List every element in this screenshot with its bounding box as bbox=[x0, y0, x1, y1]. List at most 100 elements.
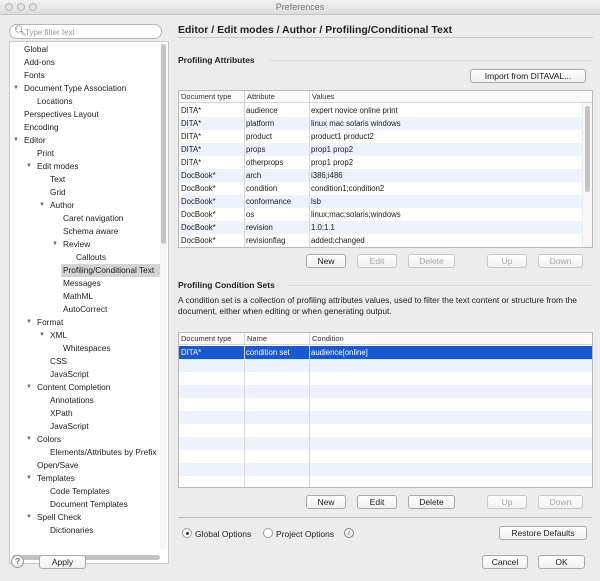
tree-item[interactable]: JavaScript bbox=[10, 368, 89, 381]
condition-sets-table[interactable]: Document type Name Condition DITA* condit… bbox=[178, 332, 593, 488]
tree-item[interactable]: Review bbox=[10, 238, 90, 251]
table-row[interactable]: DocBook* arch i386;i486 bbox=[179, 169, 584, 182]
table-row[interactable] bbox=[179, 437, 592, 450]
table-row[interactable]: DITA* props prop1 prop2 bbox=[179, 143, 584, 156]
tree-vertical-scrollbar[interactable] bbox=[160, 44, 167, 549]
table-row[interactable] bbox=[179, 398, 592, 411]
tree-item[interactable]: Grid bbox=[10, 186, 66, 199]
condition-sets-down-button[interactable]: Down bbox=[538, 495, 583, 509]
table-row[interactable] bbox=[179, 424, 592, 437]
table-row[interactable] bbox=[179, 411, 592, 424]
tree-item[interactable]: Colors bbox=[10, 433, 61, 446]
cancel-button[interactable]: Cancel bbox=[482, 555, 528, 569]
table-row[interactable] bbox=[179, 359, 592, 372]
table-row[interactable]: DocBook* security high;low bbox=[179, 247, 584, 248]
table-row[interactable]: DocBook* os linux;mac;solaris;windows bbox=[179, 208, 584, 221]
tree-item[interactable]: Global bbox=[10, 43, 48, 56]
tree-item[interactable]: Print bbox=[10, 147, 54, 160]
table-row[interactable]: DocBook* revisionflag added;changed bbox=[179, 234, 584, 247]
tree-item[interactable]: Edit modes bbox=[10, 160, 79, 173]
attributes-new-button[interactable]: New bbox=[306, 254, 346, 268]
tree-item[interactable]: Open/Save bbox=[10, 459, 79, 472]
tree-item[interactable]: JavaScript bbox=[10, 420, 89, 433]
table-row[interactable] bbox=[179, 463, 592, 476]
attributes-scroll-thumb[interactable] bbox=[585, 106, 590, 192]
project-options-radio[interactable] bbox=[263, 528, 273, 538]
column-header-name[interactable]: Name bbox=[244, 333, 309, 345]
tree-item[interactable]: Caret navigation bbox=[10, 212, 123, 225]
project-options-label[interactable]: Project Options bbox=[276, 529, 334, 539]
table-cell: DITA* bbox=[181, 106, 202, 115]
tree-item[interactable]: Templates bbox=[10, 472, 75, 485]
table-row[interactable] bbox=[179, 385, 592, 398]
tree-item[interactable]: XML bbox=[10, 329, 67, 342]
table-row[interactable]: DITA* audience expert novice online print bbox=[179, 104, 584, 117]
table-row[interactable]: DITA* platform linux mac solaris windows bbox=[179, 117, 584, 130]
tree-item[interactable]: Editor bbox=[10, 134, 46, 147]
tree-item[interactable]: Messages bbox=[10, 277, 101, 290]
table-row[interactable]: DocBook* condition condition1;condition2 bbox=[179, 182, 584, 195]
column-header-attribute[interactable]: Attribute bbox=[244, 91, 309, 103]
tree-item[interactable]: Format bbox=[10, 316, 63, 329]
apply-button[interactable]: Apply bbox=[39, 555, 86, 569]
ok-button[interactable]: OK bbox=[538, 555, 585, 569]
attributes-down-button[interactable]: Down bbox=[538, 254, 583, 268]
tree-item[interactable]: Elements/Attributes by Prefix bbox=[10, 446, 157, 459]
tree-scroll-thumb[interactable] bbox=[161, 44, 166, 244]
column-header-condition[interactable]: Condition bbox=[309, 333, 592, 345]
profiling-attributes-table[interactable]: Document type Attribute Values DITA* audi… bbox=[178, 90, 593, 248]
tree-item[interactable]: Encoding bbox=[10, 121, 59, 134]
tree-item[interactable]: Annotations bbox=[10, 394, 94, 407]
tree-item[interactable]: Author bbox=[10, 199, 74, 212]
help-button[interactable]: ? bbox=[11, 555, 24, 568]
column-header-document-type[interactable]: Document type bbox=[179, 333, 244, 345]
table-row[interactable] bbox=[179, 476, 592, 487]
info-icon[interactable]: i bbox=[344, 528, 354, 538]
import-ditaval-button[interactable]: Import from DITAVAL... bbox=[470, 69, 586, 83]
table-row[interactable]: DITA* condition set audience[online] bbox=[179, 346, 592, 359]
window-title: Preferences bbox=[275, 2, 325, 12]
table-row[interactable]: DocBook* revision 1.0;1.1 bbox=[179, 221, 584, 234]
tree-item[interactable]: Document Templates bbox=[10, 498, 128, 511]
table-row[interactable]: DITA* otherprops prop1 prop2 bbox=[179, 156, 584, 169]
tree-item[interactable]: Whitespaces bbox=[10, 342, 111, 355]
tree-item[interactable]: Content Completion bbox=[10, 381, 110, 394]
tree-item[interactable]: MathML bbox=[10, 290, 93, 303]
tree-item[interactable]: Perspectives Layout bbox=[10, 108, 99, 121]
tree-item[interactable]: Text bbox=[10, 173, 65, 186]
attributes-up-button[interactable]: Up bbox=[487, 254, 527, 268]
tree-item[interactable]: AutoCorrect bbox=[10, 303, 107, 316]
table-row[interactable]: DITA* product product1 product2 bbox=[179, 130, 584, 143]
condition-sets-up-button[interactable]: Up bbox=[487, 495, 527, 509]
attributes-table-scrollbar[interactable] bbox=[582, 103, 592, 247]
attributes-edit-button[interactable]: Edit bbox=[357, 254, 397, 268]
condition-sets-new-button[interactable]: New bbox=[306, 495, 346, 509]
column-header-document-type[interactable]: Document type bbox=[179, 91, 244, 103]
tree-item[interactable]: Document Type Association bbox=[10, 82, 126, 95]
global-options-label[interactable]: Global Options bbox=[195, 529, 251, 539]
global-options-radio[interactable] bbox=[182, 528, 192, 538]
tree-item[interactable]: Profiling/Conditional Text bbox=[61, 264, 160, 277]
tree-item[interactable]: XPath bbox=[10, 407, 73, 420]
tree-item[interactable]: Spell Check bbox=[10, 511, 81, 524]
restore-defaults-button[interactable]: Restore Defaults bbox=[499, 526, 587, 540]
tree-horizontal-scrollbar[interactable] bbox=[12, 555, 160, 560]
tree-item[interactable]: Locations bbox=[10, 95, 73, 108]
table-row[interactable] bbox=[179, 450, 592, 463]
tree-item[interactable]: Code Templates bbox=[10, 485, 110, 498]
column-header-values[interactable]: Values bbox=[309, 91, 584, 103]
filter-input[interactable] bbox=[25, 26, 157, 38]
attributes-delete-button[interactable]: Delete bbox=[408, 254, 455, 268]
tree-item[interactable]: Callouts bbox=[10, 251, 106, 264]
table-row[interactable]: DocBook* conformance lsb bbox=[179, 195, 584, 208]
tree-item[interactable]: Fonts bbox=[10, 69, 45, 82]
tree-item[interactable]: Schema aware bbox=[10, 225, 118, 238]
condition-sets-title: Profiling Condition Sets bbox=[178, 280, 275, 290]
condition-sets-delete-button[interactable]: Delete bbox=[408, 495, 455, 509]
table-row[interactable] bbox=[179, 372, 592, 385]
tree-item[interactable]: Add-ons bbox=[10, 56, 55, 69]
condition-sets-edit-button[interactable]: Edit bbox=[357, 495, 397, 509]
tree-item[interactable]: Dictionaries bbox=[10, 524, 93, 537]
filter-field[interactable]: 🔍︎ bbox=[9, 24, 162, 39]
tree-item[interactable]: CSS bbox=[10, 355, 67, 368]
